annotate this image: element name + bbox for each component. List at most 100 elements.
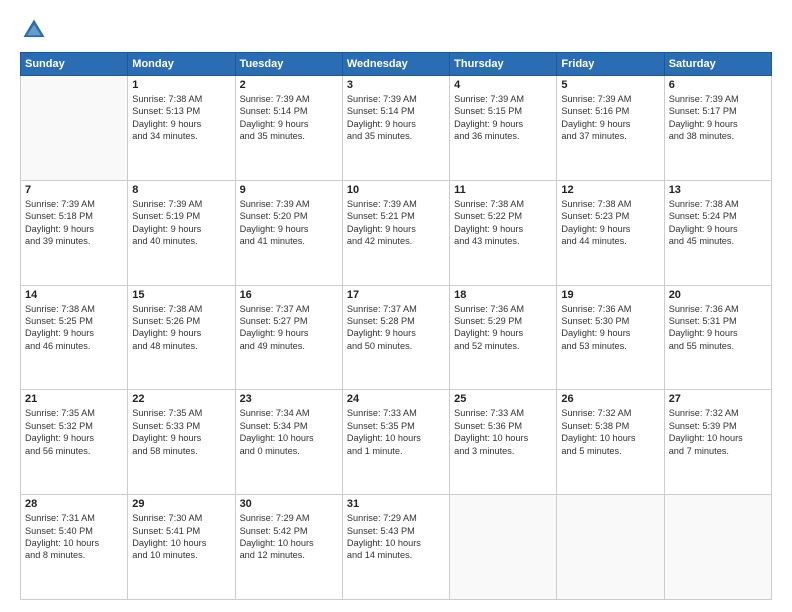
day-info: Sunrise: 7:35 AM Sunset: 5:33 PM Dayligh… [132, 407, 230, 457]
day-info: Sunrise: 7:39 AM Sunset: 5:21 PM Dayligh… [347, 198, 445, 248]
day-info: Sunrise: 7:37 AM Sunset: 5:28 PM Dayligh… [347, 303, 445, 353]
day-info: Sunrise: 7:32 AM Sunset: 5:38 PM Dayligh… [561, 407, 659, 457]
calendar-cell: 9 Sunrise: 7:39 AM Sunset: 5:20 PM Daylig… [235, 180, 342, 285]
calendar-cell: 1 Sunrise: 7:38 AM Sunset: 5:13 PM Daylig… [128, 76, 235, 181]
day-info: Sunrise: 7:29 AM Sunset: 5:42 PM Dayligh… [240, 512, 338, 562]
calendar-cell: 3 Sunrise: 7:39 AM Sunset: 5:14 PM Daylig… [342, 76, 449, 181]
calendar-cell: 4 Sunrise: 7:39 AM Sunset: 5:15 PM Daylig… [450, 76, 557, 181]
calendar-cell: 31 Sunrise: 7:29 AM Sunset: 5:43 PM Dayli… [342, 495, 449, 600]
calendar-cell: 28 Sunrise: 7:31 AM Sunset: 5:40 PM Dayli… [21, 495, 128, 600]
calendar-cell: 21 Sunrise: 7:35 AM Sunset: 5:32 PM Dayli… [21, 390, 128, 495]
calendar-cell: 20Sunrise: 7:36 AM Sunset: 5:31 PM Dayli… [664, 285, 771, 390]
day-info: Sunrise: 7:39 AM Sunset: 5:18 PM Dayligh… [25, 198, 123, 248]
day-number: 31 [347, 498, 445, 510]
calendar-table: SundayMondayTuesdayWednesdayThursdayFrid… [20, 52, 772, 600]
calendar-cell [21, 76, 128, 181]
day-number: 26 [561, 393, 659, 405]
calendar-cell: 25 Sunrise: 7:33 AM Sunset: 5:36 PM Dayli… [450, 390, 557, 495]
logo-icon [20, 16, 48, 44]
day-info: Sunrise: 7:36 AM Sunset: 5:31 PM Dayligh… [669, 303, 767, 353]
calendar-cell: 14 Sunrise: 7:38 AM Sunset: 5:25 PM Dayli… [21, 285, 128, 390]
day-number: 23 [240, 393, 338, 405]
day-info: Sunrise: 7:39 AM Sunset: 5:17 PM Dayligh… [669, 93, 767, 143]
week-row-4: 28 Sunrise: 7:31 AM Sunset: 5:40 PM Dayli… [21, 495, 772, 600]
day-number: 12 [561, 184, 659, 196]
day-info: Sunrise: 7:35 AM Sunset: 5:32 PM Dayligh… [25, 407, 123, 457]
day-info: Sunrise: 7:38 AM Sunset: 5:24 PM Dayligh… [669, 198, 767, 248]
day-info: Sunrise: 7:39 AM Sunset: 5:20 PM Dayligh… [240, 198, 338, 248]
weekday-header-wednesday: Wednesday [342, 53, 449, 76]
weekday-header-saturday: Saturday [664, 53, 771, 76]
day-info: Sunrise: 7:39 AM Sunset: 5:16 PM Dayligh… [561, 93, 659, 143]
header [20, 16, 772, 44]
day-number: 29 [132, 498, 230, 510]
calendar-cell: 17Sunrise: 7:37 AM Sunset: 5:28 PM Dayli… [342, 285, 449, 390]
day-info: Sunrise: 7:31 AM Sunset: 5:40 PM Dayligh… [25, 512, 123, 562]
calendar-cell: 19Sunrise: 7:36 AM Sunset: 5:30 PM Dayli… [557, 285, 664, 390]
day-info: Sunrise: 7:29 AM Sunset: 5:43 PM Dayligh… [347, 512, 445, 562]
day-info: Sunrise: 7:38 AM Sunset: 5:22 PM Dayligh… [454, 198, 552, 248]
calendar-cell: 27Sunrise: 7:32 AM Sunset: 5:39 PM Dayli… [664, 390, 771, 495]
calendar-cell: 13 Sunrise: 7:38 AM Sunset: 5:24 PM Dayli… [664, 180, 771, 285]
day-info: Sunrise: 7:39 AM Sunset: 5:19 PM Dayligh… [132, 198, 230, 248]
calendar-cell: 23 Sunrise: 7:34 AM Sunset: 5:34 PM Dayli… [235, 390, 342, 495]
calendar-cell: 5 Sunrise: 7:39 AM Sunset: 5:16 PM Daylig… [557, 76, 664, 181]
day-number: 16 [240, 289, 338, 301]
day-number: 22 [132, 393, 230, 405]
day-number: 28 [25, 498, 123, 510]
day-info: Sunrise: 7:37 AM Sunset: 5:27 PM Dayligh… [240, 303, 338, 353]
calendar-cell [450, 495, 557, 600]
calendar-cell [557, 495, 664, 600]
calendar-cell: 2 Sunrise: 7:39 AM Sunset: 5:14 PM Daylig… [235, 76, 342, 181]
day-number: 1 [132, 79, 230, 91]
day-number: 2 [240, 79, 338, 91]
day-number: 6 [669, 79, 767, 91]
day-info: Sunrise: 7:33 AM Sunset: 5:35 PM Dayligh… [347, 407, 445, 457]
day-info: Sunrise: 7:33 AM Sunset: 5:36 PM Dayligh… [454, 407, 552, 457]
day-number: 15 [132, 289, 230, 301]
day-number: 13 [669, 184, 767, 196]
day-info: Sunrise: 7:39 AM Sunset: 5:14 PM Dayligh… [347, 93, 445, 143]
day-info: Sunrise: 7:38 AM Sunset: 5:25 PM Dayligh… [25, 303, 123, 353]
day-number: 11 [454, 184, 552, 196]
calendar-cell: 10 Sunrise: 7:39 AM Sunset: 5:21 PM Dayli… [342, 180, 449, 285]
day-number: 21 [25, 393, 123, 405]
calendar-cell: 29 Sunrise: 7:30 AM Sunset: 5:41 PM Dayli… [128, 495, 235, 600]
calendar-cell: 24 Sunrise: 7:33 AM Sunset: 5:35 PM Dayli… [342, 390, 449, 495]
calendar-cell: 15 Sunrise: 7:38 AM Sunset: 5:26 PM Dayli… [128, 285, 235, 390]
weekday-header-tuesday: Tuesday [235, 53, 342, 76]
day-number: 4 [454, 79, 552, 91]
day-number: 14 [25, 289, 123, 301]
page: SundayMondayTuesdayWednesdayThursdayFrid… [0, 0, 792, 612]
day-info: Sunrise: 7:30 AM Sunset: 5:41 PM Dayligh… [132, 512, 230, 562]
calendar-cell: 11 Sunrise: 7:38 AM Sunset: 5:22 PM Dayli… [450, 180, 557, 285]
calendar-cell: 12 Sunrise: 7:38 AM Sunset: 5:23 PM Dayli… [557, 180, 664, 285]
day-info: Sunrise: 7:39 AM Sunset: 5:15 PM Dayligh… [454, 93, 552, 143]
day-number: 9 [240, 184, 338, 196]
day-number: 5 [561, 79, 659, 91]
day-info: Sunrise: 7:39 AM Sunset: 5:14 PM Dayligh… [240, 93, 338, 143]
day-number: 18 [454, 289, 552, 301]
calendar-cell [664, 495, 771, 600]
weekday-header-row: SundayMondayTuesdayWednesdayThursdayFrid… [21, 53, 772, 76]
weekday-header-sunday: Sunday [21, 53, 128, 76]
day-number: 10 [347, 184, 445, 196]
weekday-header-monday: Monday [128, 53, 235, 76]
calendar-cell: 30Sunrise: 7:29 AM Sunset: 5:42 PM Dayli… [235, 495, 342, 600]
day-number: 8 [132, 184, 230, 196]
day-info: Sunrise: 7:38 AM Sunset: 5:26 PM Dayligh… [132, 303, 230, 353]
calendar-cell: 8 Sunrise: 7:39 AM Sunset: 5:19 PM Daylig… [128, 180, 235, 285]
logo [20, 16, 52, 44]
calendar-cell: 22 Sunrise: 7:35 AM Sunset: 5:33 PM Dayli… [128, 390, 235, 495]
day-info: Sunrise: 7:34 AM Sunset: 5:34 PM Dayligh… [240, 407, 338, 457]
weekday-header-friday: Friday [557, 53, 664, 76]
calendar-cell: 26 Sunrise: 7:32 AM Sunset: 5:38 PM Dayli… [557, 390, 664, 495]
day-number: 19 [561, 289, 659, 301]
calendar-cell: 18Sunrise: 7:36 AM Sunset: 5:29 PM Dayli… [450, 285, 557, 390]
calendar-cell: 16 Sunrise: 7:37 AM Sunset: 5:27 PM Dayli… [235, 285, 342, 390]
day-number: 24 [347, 393, 445, 405]
day-number: 3 [347, 79, 445, 91]
day-info: Sunrise: 7:38 AM Sunset: 5:13 PM Dayligh… [132, 93, 230, 143]
day-number: 25 [454, 393, 552, 405]
day-info: Sunrise: 7:38 AM Sunset: 5:23 PM Dayligh… [561, 198, 659, 248]
